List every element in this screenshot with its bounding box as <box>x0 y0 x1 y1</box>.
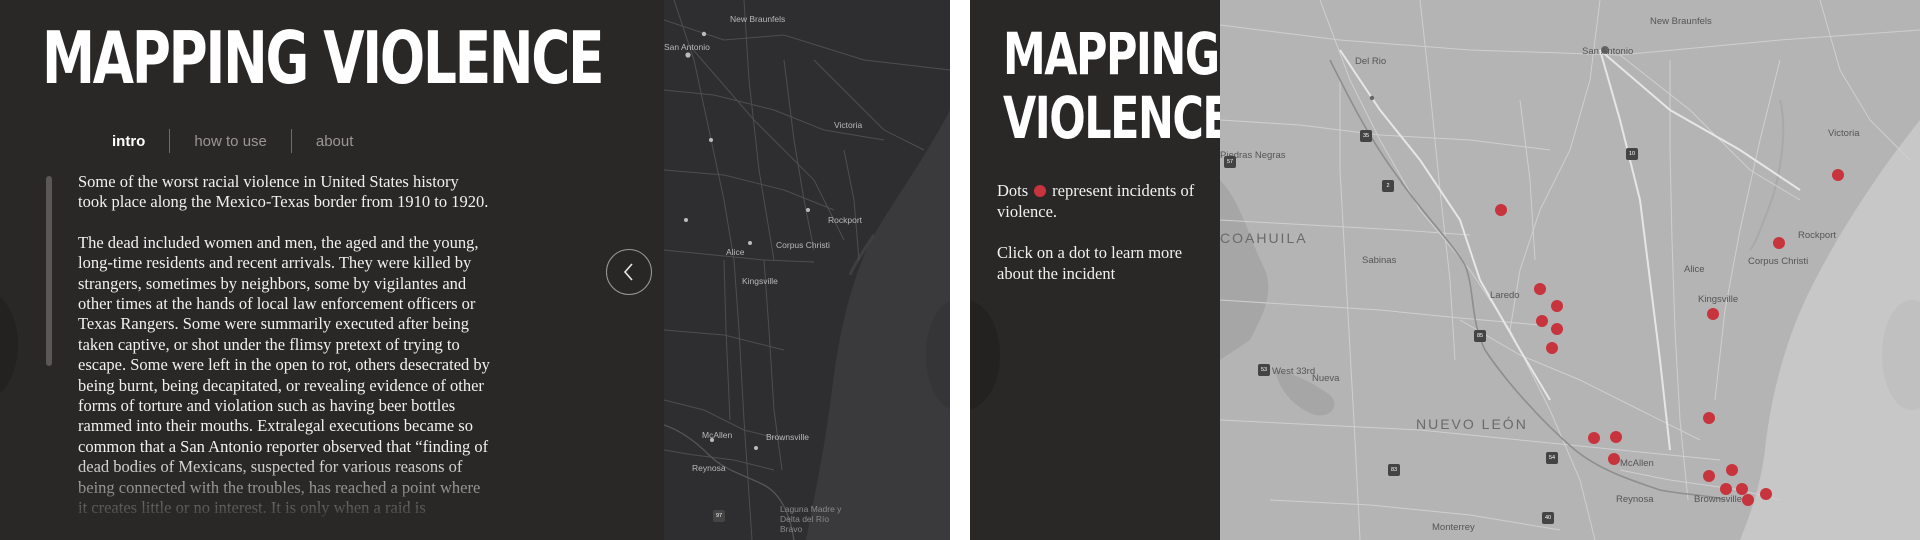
map-label-laredo: Laredo <box>1490 290 1520 301</box>
map-label-kingsville: Kingsville <box>742 276 778 286</box>
text-fade-overlay <box>0 455 664 540</box>
map-label-new-braunfels: New Braunfels <box>1650 16 1712 27</box>
map-label-del-rio: Del Rio <box>1355 56 1387 67</box>
highway-shield-icon: 10 <box>1626 148 1638 160</box>
tab-about[interactable]: about <box>292 133 378 150</box>
map-label-alice: Alice <box>1684 264 1705 275</box>
instruction-text: Click on a dot to learn more about the i… <box>997 243 1183 283</box>
incident-dot[interactable] <box>1588 432 1600 444</box>
map-label-nueva: Nueva <box>1312 373 1340 384</box>
map-label-nuevo-leon: NUEVO LEÓN <box>1416 416 1528 432</box>
page-title: MAPPING VIOLENCE <box>1003 20 1232 152</box>
map-label-corpus-christi: Corpus Christi <box>776 240 830 250</box>
incident-dot-icon <box>1034 185 1047 197</box>
incident-dot[interactable] <box>1534 283 1546 295</box>
map-label-mcallen: McAllen <box>1620 458 1654 469</box>
screenshot-pair: MAPPING VIOLENCE intro how to use about … <box>0 0 1920 540</box>
incident-dot[interactable] <box>1610 431 1622 443</box>
incident-dot[interactable] <box>1742 494 1754 506</box>
map-screen: MAPPING VIOLENCE Dots represent incidents… <box>970 0 1920 540</box>
incident-dot[interactable] <box>1773 237 1785 249</box>
highway-shield-icon: 2 <box>1382 180 1394 192</box>
map-label-monterrey: Monterrey <box>1432 522 1475 533</box>
highway-shield-icon: 83 <box>1388 464 1400 476</box>
map-label-reynosa: Reynosa <box>692 463 726 473</box>
incident-dot[interactable] <box>1707 308 1719 320</box>
map-label-alice: Alice <box>726 247 745 257</box>
incident-map-svg <box>1220 0 1920 540</box>
incident-dot[interactable] <box>1495 204 1507 216</box>
incident-dot[interactable] <box>1703 412 1715 424</box>
incident-map[interactable]: New Braunfels San Antonio Del Rio Piedra… <box>1220 0 1920 540</box>
map-label-victoria: Victoria <box>1828 128 1860 139</box>
incident-dot[interactable] <box>1551 323 1563 335</box>
edge-shadow <box>0 290 18 400</box>
map-label-reynosa: Reynosa <box>1616 494 1654 505</box>
map-label-rockport: Rockport <box>828 215 863 225</box>
map-instructions: Dots represent incidents of violence. Cli… <box>997 180 1211 304</box>
tab-intro[interactable]: intro <box>78 133 169 150</box>
title-line: MAPPING <box>1003 20 1220 88</box>
incident-dot[interactable] <box>1536 315 1548 327</box>
map-label-mcallen: McAllen <box>702 430 733 440</box>
legend-label: Dots <box>997 181 1029 200</box>
intro-screen: MAPPING VIOLENCE intro how to use about … <box>0 0 950 540</box>
highway-shield-icon: 85 <box>1474 330 1486 342</box>
highway-shield-icon: 53 <box>1258 364 1270 376</box>
map-label-victoria: Victoria <box>834 120 863 130</box>
map-label-new-braunfels: New Braunfels <box>730 14 786 24</box>
incident-dot[interactable] <box>1726 464 1738 476</box>
scrollbar[interactable] <box>46 176 52 366</box>
highway-shield-icon: 97 <box>713 510 725 522</box>
intro-sidebar: MAPPING VIOLENCE intro how to use about … <box>0 0 664 540</box>
incident-dot[interactable] <box>1720 483 1732 495</box>
incident-dot[interactable] <box>1832 169 1844 181</box>
map-sidebar: MAPPING VIOLENCE Dots represent incidents… <box>970 0 1232 540</box>
incident-dot[interactable] <box>1760 488 1772 500</box>
highway-shield-icon: 54 <box>1546 452 1558 464</box>
page-title: MAPPING VIOLENCE <box>42 16 605 100</box>
legend-text: Dots represent incidents of violence. <box>997 180 1211 222</box>
map-label-coahuila: COAHUILA <box>1220 230 1308 246</box>
map-label-san-antonio: San Antonio <box>664 42 710 52</box>
highway-shield-icon: 35 <box>1360 130 1372 142</box>
map-label-sabinas: Sabinas <box>1362 255 1397 266</box>
chevron-left-icon <box>623 263 633 281</box>
previous-button[interactable] <box>606 249 652 295</box>
highway-shield-icon: 57 <box>1224 156 1236 168</box>
map-label-laguna-madre: Laguna Madre y Delta del Río Bravo <box>780 504 842 534</box>
title-line: VIOLENCE <box>1003 84 1232 152</box>
map-label-west-33rd: West 33rd <box>1272 366 1316 377</box>
map-label-rockport: Rockport <box>1798 230 1837 241</box>
tab-bar: intro how to use about <box>78 128 377 154</box>
incident-dot[interactable] <box>1546 342 1558 354</box>
map-label-san-antonio: San Antonio <box>1582 46 1634 57</box>
map-label-brownsville: Brownsville <box>1694 494 1743 505</box>
incident-dot[interactable] <box>1703 470 1715 482</box>
incident-dot[interactable] <box>1551 300 1563 312</box>
incident-dot[interactable] <box>1608 453 1620 465</box>
dark-map[interactable]: New Braunfels San Antonio Victoria Rockp… <box>664 0 950 540</box>
tab-how-to-use[interactable]: how to use <box>170 133 291 150</box>
dark-map-svg <box>664 0 950 540</box>
highway-shield-icon: 40 <box>1542 512 1554 524</box>
map-label-corpus-christi: Corpus Christi <box>1748 256 1809 267</box>
map-label-brownsville: Brownsville <box>766 432 809 442</box>
intro-paragraph: Some of the worst racial violence in Uni… <box>78 172 489 212</box>
map-label-kingsville: Kingsville <box>1698 294 1739 305</box>
